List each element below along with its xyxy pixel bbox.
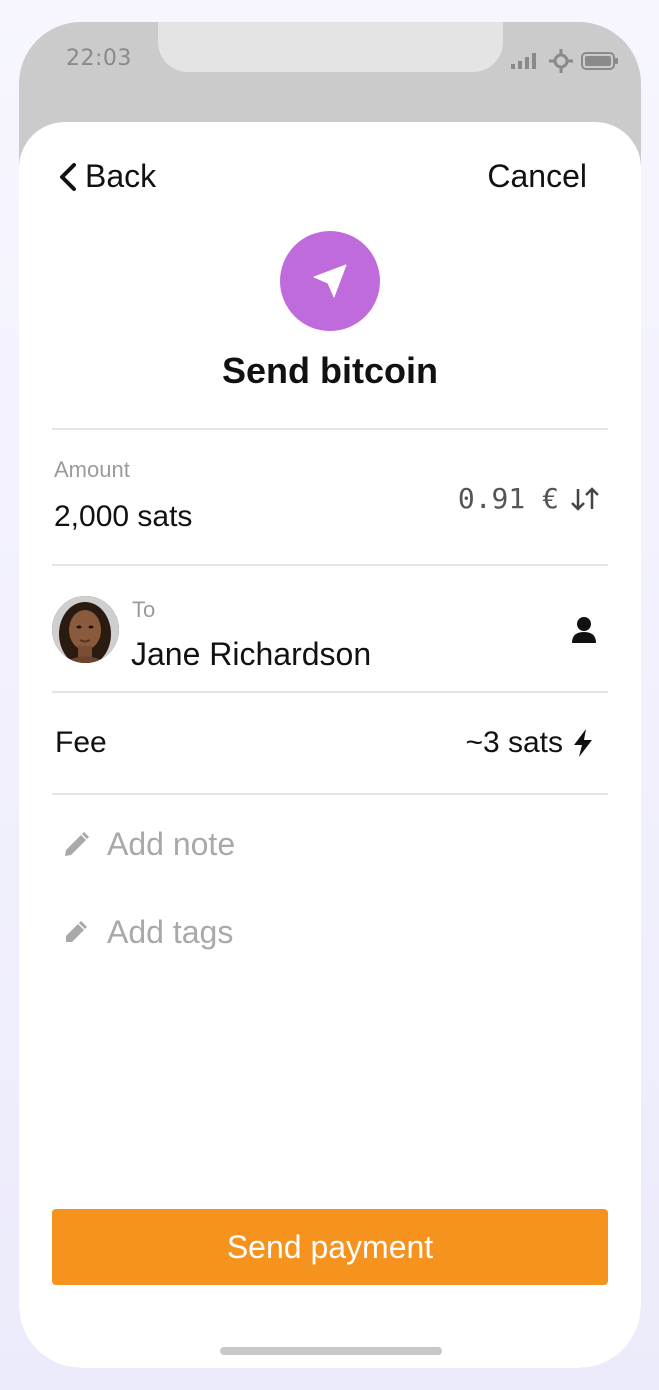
location-icon (549, 49, 573, 73)
avatar (52, 596, 119, 663)
divider (52, 691, 608, 693)
add-note-field[interactable]: Add note (61, 826, 235, 863)
status-time: 22:03 (66, 46, 132, 71)
fee-value-group: ~3 sats (465, 726, 595, 760)
cancel-button[interactable]: Cancel (487, 158, 587, 195)
fee-label: Fee (55, 726, 107, 759)
signal-icon (511, 53, 536, 69)
fee-value: ~3 sats (465, 726, 563, 759)
person-icon (572, 617, 596, 643)
send-sheet: Back Cancel Send bitcoin Amount 2,000 sa… (19, 122, 641, 1368)
swap-arrows-icon (571, 486, 599, 511)
notch (158, 22, 503, 72)
divider (52, 793, 608, 795)
recipient-label: To (132, 597, 156, 622)
contact-picker-button[interactable] (571, 616, 597, 649)
back-button[interactable]: Back (57, 158, 156, 195)
add-tags-placeholder: Add tags (107, 914, 234, 950)
divider (52, 564, 608, 566)
amount-label: Amount (54, 457, 130, 482)
lightning-icon (574, 729, 592, 757)
pencil-icon (65, 831, 90, 856)
divider (52, 428, 608, 430)
send-payment-button[interactable]: Send payment (52, 1209, 608, 1285)
battery-icon (581, 52, 618, 70)
chevron-left-icon (60, 162, 76, 191)
amount-value: 2,000 sats (54, 500, 193, 533)
fiat-value-toggle[interactable]: 0.91 € (458, 482, 601, 515)
fiat-value: 0.91 € (457, 482, 559, 515)
recipient-name: Jane Richardson (131, 636, 372, 672)
phone-frame: 22:03 Back Cancel Send bitcoin Amount 2,… (19, 22, 641, 1368)
add-tags-field[interactable]: Add tags (61, 914, 233, 951)
status-icons (511, 49, 619, 73)
tag-pencil-icon (66, 920, 88, 942)
back-label: Back (85, 158, 157, 194)
send-header-icon (280, 231, 380, 331)
page-title: Send bitcoin (222, 350, 438, 391)
add-note-placeholder: Add note (107, 826, 236, 862)
send-arrow-icon (313, 264, 347, 298)
home-indicator[interactable] (220, 1347, 442, 1355)
